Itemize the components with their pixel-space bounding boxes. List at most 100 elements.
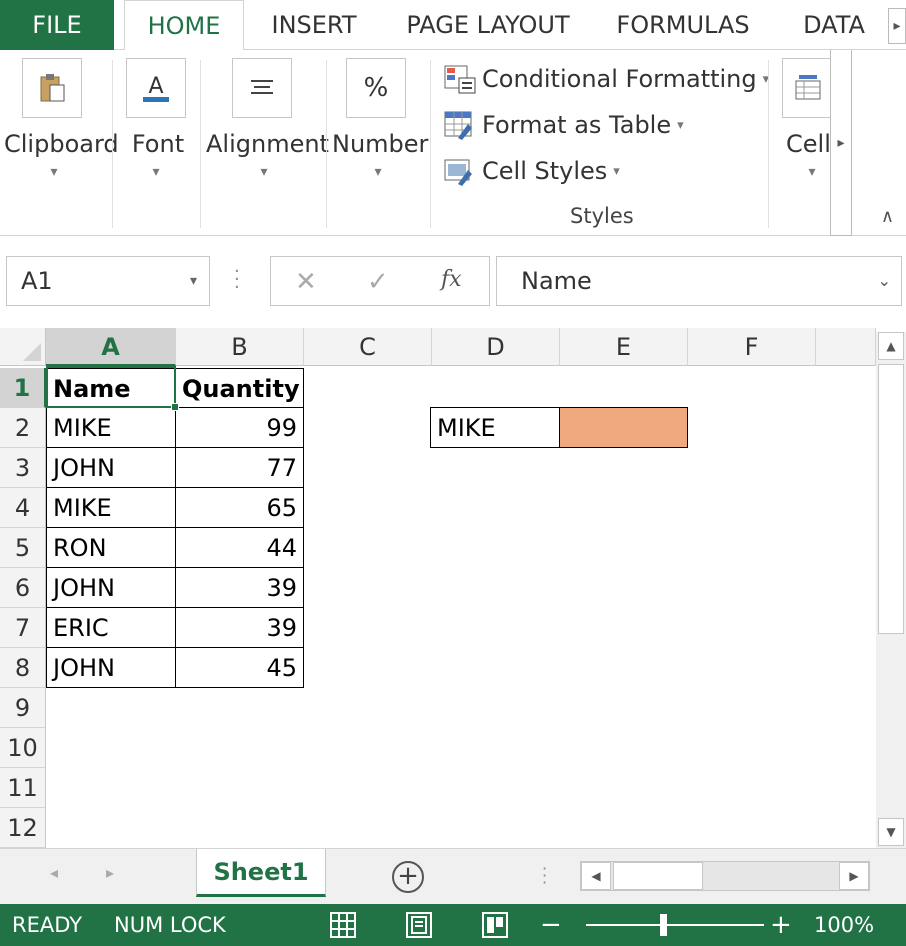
tab-data[interactable]: DATA: [788, 0, 880, 50]
column-header-f[interactable]: F: [688, 328, 816, 366]
row-header-10[interactable]: 10: [0, 728, 46, 768]
scroll-right-icon[interactable]: ▶: [839, 862, 869, 890]
name-box-value: A1: [21, 267, 53, 295]
prev-sheet-icon[interactable]: ◂: [50, 863, 58, 882]
select-all-button[interactable]: [0, 328, 46, 366]
zoom-slider[interactable]: [586, 924, 764, 926]
cell-a7[interactable]: ERIC: [46, 607, 176, 648]
row-header-3[interactable]: 3: [0, 448, 46, 488]
cell-a3[interactable]: JOHN: [46, 447, 176, 488]
row-header-6[interactable]: 6: [0, 568, 46, 608]
clipboard-button[interactable]: [22, 58, 82, 118]
next-sheet-icon[interactable]: ▸: [106, 863, 114, 882]
cell-b8[interactable]: 45: [175, 647, 304, 688]
conditional-formatting-button[interactable]: Conditional Formatting ▾: [444, 62, 769, 96]
formula-input[interactable]: Name ⌄: [496, 256, 902, 306]
cell-styles-label: Cell Styles: [482, 157, 608, 185]
ribbon-scroll-right-icon[interactable]: ▸: [830, 50, 852, 236]
cell-e2[interactable]: [559, 407, 688, 448]
row-header-7[interactable]: 7: [0, 608, 46, 648]
format-as-table-button[interactable]: Format as Table ▾: [444, 108, 684, 142]
page-layout-view-icon[interactable]: [406, 912, 432, 938]
chevron-down-icon[interactable]: ▾: [146, 164, 166, 180]
cell-a4[interactable]: MIKE: [46, 487, 176, 528]
chevron-down-icon: ▾: [677, 117, 684, 133]
tab-scroll-right-icon[interactable]: ▸: [888, 8, 906, 44]
column-header-a[interactable]: A: [46, 328, 176, 366]
cell-b7[interactable]: 39: [175, 607, 304, 648]
insert-function-icon[interactable]: fx: [441, 267, 462, 292]
page-break-view-icon[interactable]: [482, 912, 508, 938]
cell-b2[interactable]: 99: [175, 407, 304, 448]
tab-home[interactable]: HOME: [124, 0, 244, 51]
number-group-label: Number: [332, 130, 429, 158]
chevron-down-icon[interactable]: ⌄: [878, 257, 891, 305]
cells-button[interactable]: [782, 58, 832, 118]
sheet-tab-sheet1[interactable]: Sheet1: [196, 849, 326, 897]
name-box[interactable]: A1 ▾: [6, 256, 210, 306]
cancel-icon[interactable]: ✕: [295, 267, 317, 297]
tab-formulas[interactable]: FORMULAS: [610, 0, 756, 50]
row-header-1[interactable]: 1: [0, 368, 46, 408]
cell-styles-button[interactable]: Cell Styles ▾: [444, 154, 620, 188]
zoom-in-icon[interactable]: +: [770, 904, 792, 946]
chevron-down-icon[interactable]: ▾: [802, 164, 822, 180]
cell-a6[interactable]: JOHN: [46, 567, 176, 608]
tab-insert[interactable]: INSERT: [260, 0, 368, 50]
tab-file[interactable]: FILE: [0, 0, 114, 50]
row-header-12[interactable]: 12: [0, 808, 46, 848]
row-header-11[interactable]: 11: [0, 768, 46, 808]
number-button[interactable]: %: [346, 58, 406, 118]
row-header-9[interactable]: 9: [0, 688, 46, 728]
cell-a8[interactable]: JOHN: [46, 647, 176, 688]
vertical-scrollbar[interactable]: ▲ ▼: [876, 332, 906, 848]
column-header-b[interactable]: B: [176, 328, 304, 366]
page-break-icon: [487, 917, 503, 933]
row-header-8[interactable]: 8: [0, 648, 46, 688]
scroll-up-icon[interactable]: ▲: [878, 332, 904, 360]
row-header-2[interactable]: 2: [0, 408, 46, 448]
cell-b6[interactable]: 39: [175, 567, 304, 608]
zoom-out-icon[interactable]: −: [540, 904, 562, 946]
group-divider: [768, 60, 769, 228]
add-sheet-icon[interactable]: +: [392, 861, 424, 893]
column-header-g[interactable]: [816, 328, 876, 366]
more-options-icon[interactable]: · · ·: [542, 861, 547, 891]
font-button[interactable]: A: [126, 58, 186, 118]
row-header-5[interactable]: 5: [0, 528, 46, 568]
chevron-down-icon[interactable]: ▾: [254, 164, 274, 180]
zoom-level[interactable]: 100%: [814, 904, 874, 946]
ribbon-tab-bar: FILE HOME INSERT PAGE LAYOUT FORMULAS DA…: [0, 0, 906, 51]
cell-b1[interactable]: Quantity: [175, 368, 304, 408]
normal-view-icon[interactable]: [330, 912, 356, 938]
cell-d2[interactable]: MIKE: [430, 407, 560, 448]
chevron-down-icon[interactable]: ▾: [190, 257, 197, 305]
row-header-4[interactable]: 4: [0, 488, 46, 528]
column-header-d[interactable]: D: [432, 328, 560, 366]
excel-window: FILE HOME INSERT PAGE LAYOUT FORMULAS DA…: [0, 0, 906, 946]
cell-b4[interactable]: 65: [175, 487, 304, 528]
column-header-e[interactable]: E: [560, 328, 688, 366]
tab-page-layout[interactable]: PAGE LAYOUT: [398, 0, 578, 50]
collapse-ribbon-icon[interactable]: ∧: [881, 206, 894, 227]
cell-b5[interactable]: 44: [175, 527, 304, 568]
cells-group-label: Cell: [786, 130, 830, 158]
alignment-button[interactable]: [232, 58, 292, 118]
horizontal-scroll-thumb[interactable]: [613, 862, 703, 890]
format-as-table-icon: [444, 111, 472, 140]
chevron-down-icon[interactable]: ▾: [44, 164, 64, 180]
scroll-left-icon[interactable]: ◀: [581, 862, 611, 890]
more-options-icon[interactable]: · · ·: [234, 263, 240, 297]
enter-check-icon[interactable]: ✓: [367, 267, 389, 297]
cell-b3[interactable]: 77: [175, 447, 304, 488]
cell-a2[interactable]: MIKE: [46, 407, 176, 448]
column-header-c[interactable]: C: [304, 328, 432, 366]
chevron-down-icon[interactable]: ▾: [368, 164, 388, 180]
vertical-scroll-thumb[interactable]: [878, 364, 904, 634]
cell-a5[interactable]: RON: [46, 527, 176, 568]
worksheet-grid[interactable]: A B C D E F 1 2 3 4 5 6 7 8 9 10 11 12 N…: [0, 328, 876, 848]
scroll-down-icon[interactable]: ▼: [878, 818, 904, 846]
zoom-slider-thumb[interactable]: [660, 914, 667, 936]
horizontal-scrollbar[interactable]: ◀ ▶: [580, 861, 870, 891]
fill-handle[interactable]: [171, 403, 179, 411]
